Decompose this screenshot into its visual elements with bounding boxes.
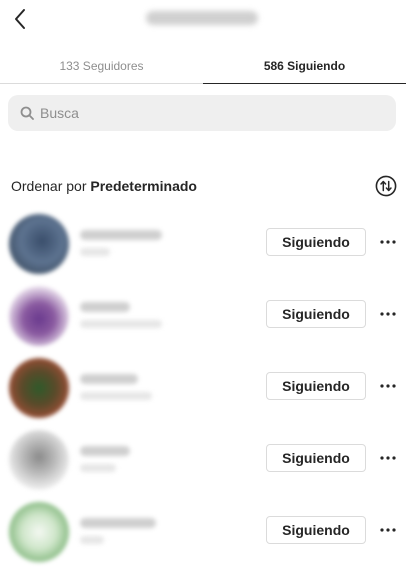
list-item[interactable]: Siguiendo [0, 278, 406, 350]
list-item[interactable]: Siguiendo [0, 494, 406, 566]
following-list: Siguiendo Siguiendo Siguiendo Siguiendo [0, 206, 406, 566]
avatar[interactable] [9, 214, 69, 274]
username-title-blurred [146, 11, 258, 25]
fullname-blurred [80, 536, 104, 544]
more-horizontal-icon [380, 240, 396, 244]
more-horizontal-icon [380, 312, 396, 316]
search-input[interactable] [40, 105, 360, 121]
more-options-button[interactable] [376, 232, 400, 252]
follow-tabs: 133 Seguidores 586 Siguiendo [0, 48, 406, 84]
avatar[interactable] [9, 430, 69, 490]
back-button[interactable] [8, 6, 32, 32]
more-options-button[interactable] [376, 304, 400, 324]
list-item[interactable]: Siguiendo [0, 206, 406, 278]
avatar[interactable] [9, 358, 69, 418]
search-bar[interactable] [8, 95, 396, 131]
username-blurred [80, 302, 130, 312]
username-blurred [80, 518, 156, 528]
avatar[interactable] [9, 286, 69, 346]
sort-value: Predeterminado [90, 178, 197, 194]
list-item[interactable]: Siguiendo [0, 422, 406, 494]
following-button[interactable]: Siguiendo [266, 444, 366, 472]
more-options-button[interactable] [376, 448, 400, 468]
following-button[interactable]: Siguiendo [266, 516, 366, 544]
more-options-button[interactable] [376, 376, 400, 396]
top-bar [0, 0, 406, 40]
username-blurred [80, 446, 130, 456]
sort-arrows-icon[interactable] [375, 175, 397, 197]
following-button[interactable]: Siguiendo [266, 228, 366, 256]
sort-label[interactable]: Ordenar por Predeterminado [11, 178, 197, 194]
search-icon [20, 106, 34, 120]
more-horizontal-icon [380, 384, 396, 388]
tab-followers[interactable]: 133 Seguidores [0, 48, 203, 83]
username-blurred [80, 230, 162, 240]
following-button[interactable]: Siguiendo [266, 372, 366, 400]
more-horizontal-icon [380, 528, 396, 532]
fullname-blurred [80, 464, 116, 472]
tab-following[interactable]: 586 Siguiendo [203, 48, 406, 84]
list-item[interactable]: Siguiendo [0, 350, 406, 422]
sort-row: Ordenar por Predeterminado [11, 174, 397, 198]
avatar[interactable] [9, 502, 69, 562]
chevron-left-icon [15, 9, 25, 29]
following-button[interactable]: Siguiendo [266, 300, 366, 328]
fullname-blurred [80, 392, 152, 400]
username-blurred [80, 374, 138, 384]
sort-prefix: Ordenar por [11, 178, 91, 194]
more-options-button[interactable] [376, 520, 400, 540]
fullname-blurred [80, 248, 110, 256]
fullname-blurred [80, 320, 162, 328]
more-horizontal-icon [380, 456, 396, 460]
